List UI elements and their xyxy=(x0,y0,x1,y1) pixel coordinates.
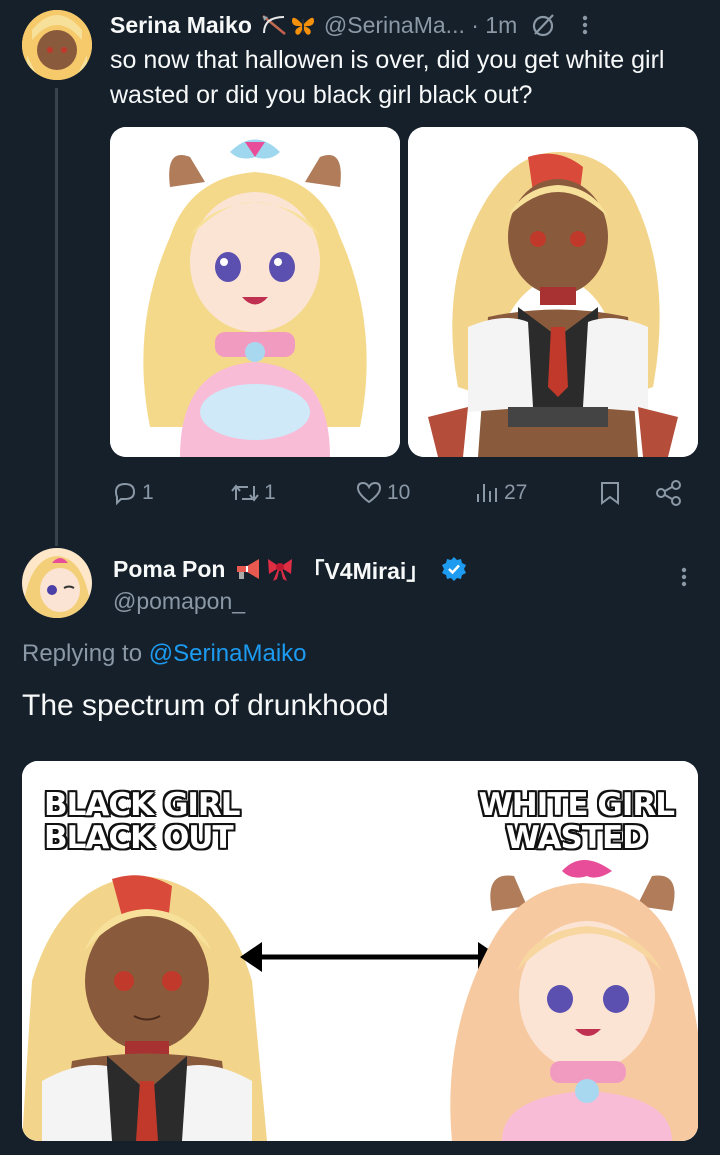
meme-label-left: BLACK GIRL BLACK OUT xyxy=(44,787,241,856)
character-dark-skin-image xyxy=(408,127,698,457)
author-handle-time[interactable]: @SerinaMa... · 1m xyxy=(324,12,517,39)
repost-count: 1 xyxy=(264,481,276,504)
repost-button[interactable]: 1 xyxy=(230,480,276,506)
meme-label-left-line1: BLACK GIRL xyxy=(44,787,241,823)
author-name[interactable]: Serina Maiko xyxy=(110,12,252,39)
megaphone-emoji-icon xyxy=(233,556,263,582)
reply-tweet-text: The spectrum of drunkhood xyxy=(22,689,389,722)
avatar-serina[interactable] xyxy=(22,10,92,80)
views-icon xyxy=(477,484,497,502)
like-count: 10 xyxy=(387,481,411,504)
tweet-text: so now that hallowen is over, did you ge… xyxy=(110,46,665,109)
tweet-image-left[interactable] xyxy=(110,127,400,457)
meme-label-right-line2: WASTED xyxy=(505,820,648,856)
avatar-pomapon-image xyxy=(22,548,92,618)
share-button[interactable] xyxy=(655,480,683,506)
share-icon xyxy=(656,480,681,506)
tweet-image-right[interactable] xyxy=(408,127,698,457)
replying-to-label: Replying to xyxy=(22,640,149,667)
reply-count: 1 xyxy=(142,481,154,504)
thread-connector-line xyxy=(55,88,58,546)
bookmark-button[interactable] xyxy=(598,480,622,506)
author-name-suffix[interactable]: 「V4Mirai」 xyxy=(301,552,429,586)
ribbon-emoji-icon xyxy=(265,556,295,582)
views-button[interactable]: 27 xyxy=(474,480,527,506)
verified-badge-icon xyxy=(441,556,467,582)
author-name-pomapon[interactable]: Poma Pon xyxy=(113,556,225,583)
repost-icon xyxy=(231,484,259,502)
meme-label-right-line1: WHITE GIRL xyxy=(478,787,675,823)
avatar-pomapon[interactable] xyxy=(22,548,92,618)
avatar-serina-image xyxy=(22,10,92,80)
author-handle-pomapon[interactable]: @pomapon_ xyxy=(113,588,245,615)
reply-icon xyxy=(114,482,136,506)
more-options-icon[interactable] xyxy=(581,13,589,37)
reply-button[interactable]: 1 xyxy=(112,480,154,506)
meme-label-right: WHITE GIRL WASTED xyxy=(478,787,675,856)
heart-icon xyxy=(356,481,382,504)
meme-label-left-line2: BLACK OUT xyxy=(44,820,234,856)
butterfly-emoji-icon xyxy=(290,13,316,37)
like-button[interactable]: 10 xyxy=(355,480,410,506)
views-count: 27 xyxy=(504,481,528,504)
meme-image[interactable]: BLACK GIRL BLACK OUT WHITE GIRL WASTED xyxy=(22,761,698,1141)
replying-to-line: Replying to @SerinaMaiko xyxy=(22,640,307,668)
more-options-icon-2[interactable] xyxy=(680,565,688,589)
replying-to-link[interactable]: @SerinaMaiko xyxy=(149,640,307,667)
character-pink-outfit-image xyxy=(110,127,400,457)
bookmark-icon xyxy=(601,482,619,505)
bow-and-arrow-emoji-icon xyxy=(260,13,288,37)
grok-icon[interactable] xyxy=(531,12,557,38)
